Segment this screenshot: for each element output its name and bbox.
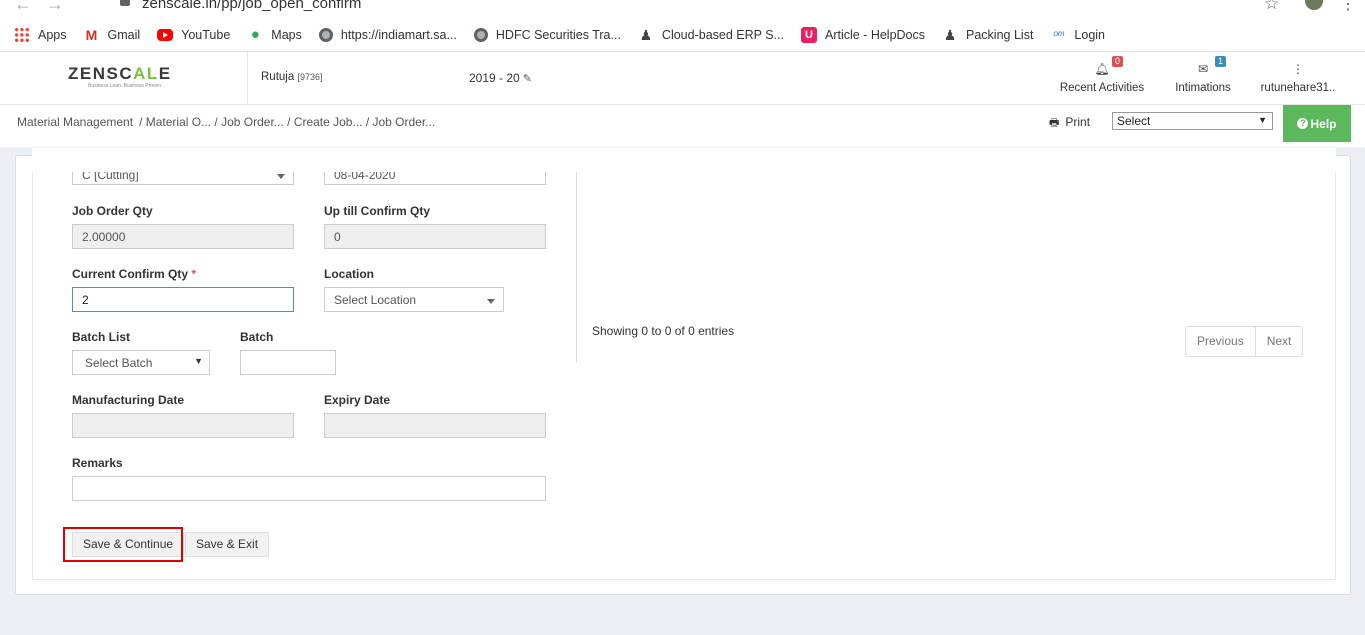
bookmark-label: Login — [1074, 27, 1106, 42]
caret-down-icon — [277, 174, 285, 179]
url-text[interactable]: zenscale.in/pp/job_open_confirm — [142, 0, 361, 12]
manufacturing-date-label: Manufacturing Date — [72, 393, 185, 407]
bell-icon: 🔔︎ — [1094, 62, 1110, 76]
breadcrumb: Material Management / Material O... / Job… — [17, 115, 435, 129]
zenscale-logo[interactable]: ZENSCALE — [68, 64, 172, 84]
bookmark-packing-list[interactable]: ♟ Packing List — [942, 26, 1034, 43]
manufacturing-date-field — [72, 413, 294, 438]
globe-icon — [473, 27, 488, 42]
user-name: Rutuja [9736] — [261, 71, 323, 83]
batch-label: Batch — [240, 330, 274, 344]
bookmark-label: Maps — [271, 27, 302, 42]
vertical-dots-icon: ⋮ — [1292, 62, 1304, 76]
expiry-date-label: Expiry Date — [324, 393, 391, 407]
help-button[interactable]: ? Help — [1283, 105, 1351, 142]
main-card — [15, 155, 1351, 595]
forward-arrow-icon[interactable]: → — [46, 0, 64, 15]
batch-list-select[interactable]: Select Batch ▼ — [72, 350, 210, 375]
bookmark-youtube[interactable]: YouTube — [157, 28, 230, 42]
youtube-icon — [157, 28, 174, 41]
app-header: ZENSCALE Business Lean. Business Proven.… — [0, 52, 1365, 105]
save-exit-button[interactable]: Save & Exit — [185, 532, 270, 557]
next-button[interactable]: Next — [1254, 327, 1303, 356]
table-entries-info: Showing 0 to 0 of 0 entries — [592, 324, 735, 338]
maps-pin-icon: ● — [250, 25, 260, 43]
required-marker: * — [191, 267, 197, 281]
bookmark-label: Cloud-based ERP S... — [661, 27, 784, 42]
intimations[interactable]: ✉ 1 Intimations — [1170, 56, 1236, 94]
bookmark-label: https://indiamart.sa... — [340, 27, 457, 42]
bookmark-helpdocs[interactable]: U Article - HelpDocs — [800, 26, 926, 43]
header-divider — [247, 52, 248, 105]
recent-activities[interactable]: 🔔︎ 0 Recent Activities — [1058, 56, 1146, 94]
breadcrumb-trail[interactable]: / Material O... / Job Order... / Create … — [139, 115, 435, 129]
batch-input[interactable] — [240, 350, 336, 375]
bookmark-star-icon[interactable]: ☆ — [1264, 0, 1279, 14]
bookmark-label: Apps — [38, 27, 67, 42]
up-till-confirm-qty-label: Up till Confirm Qty — [324, 204, 430, 218]
helpdocs-icon: U — [800, 26, 817, 43]
browser-address-bar: ← → zenscale.in/pp/job_open_confirm ☆ ⋮ — [0, 0, 1365, 18]
batch-list-label: Batch List — [72, 330, 131, 344]
job-order-qty-field: 2.00000 — [72, 224, 294, 249]
login-icon: ᵒᵐ — [1053, 27, 1064, 42]
bookmark-label: Packing List — [966, 27, 1034, 42]
location-label: Location — [324, 267, 374, 281]
globe-icon — [318, 27, 333, 42]
lock-icon — [120, 0, 130, 6]
bookmarks-bar: Apps M Gmail YouTube ● Maps https://indi… — [0, 18, 1365, 52]
bookmark-label: Article - HelpDocs — [824, 27, 926, 42]
bookmark-label: HDFC Securities Tra... — [495, 27, 621, 42]
profile-avatar[interactable] — [1305, 0, 1323, 10]
question-icon: ? — [1297, 118, 1309, 129]
print-button[interactable]: 🖶 Print — [1049, 114, 1090, 133]
up-till-confirm-qty-field: 0 — [324, 224, 546, 249]
bookmark-indiamart[interactable]: https://indiamart.sa... — [318, 27, 457, 42]
printer-icon: 🖶 — [1049, 117, 1060, 129]
bookmark-label: Gmail — [107, 27, 141, 42]
envelope-icon: ✉ — [1197, 62, 1209, 76]
bookmark-maps[interactable]: ● Maps — [247, 25, 302, 43]
table-pagination: Previous Next — [1185, 326, 1304, 357]
bookmark-apps[interactable]: Apps — [14, 26, 67, 43]
apps-grid-icon — [14, 26, 30, 43]
gmail-icon: M — [85, 26, 98, 43]
bookmark-label: YouTube — [181, 27, 231, 42]
caret-down-icon: ▼ — [1258, 115, 1267, 125]
bookmark-hdfc[interactable]: HDFC Securities Tra... — [473, 27, 621, 42]
location-select[interactable]: Select Location — [324, 287, 504, 312]
current-confirm-qty-input[interactable]: 2 — [72, 287, 294, 312]
job-order-qty-label: Job Order Qty — [72, 204, 153, 218]
breadcrumb-root[interactable]: Material Management — [17, 115, 133, 129]
profile-label: rutunehare31.. — [1260, 82, 1336, 94]
bookmark-cloud-erp[interactable]: ♟ Cloud-based ERP S... — [638, 27, 784, 43]
fiscal-year[interactable]: 2019 - 20 ✎ — [469, 71, 532, 85]
bookmark-gmail[interactable]: M Gmail — [84, 27, 141, 43]
recent-activities-label: Recent Activities — [1059, 82, 1145, 94]
person-icon: ♟ — [639, 26, 653, 43]
caret-down-icon — [487, 299, 495, 304]
browser-menu-icon[interactable]: ⋮ — [1340, 0, 1356, 14]
logo-tagline: Business Lean. Business Proven. — [88, 83, 163, 89]
remarks-label: Remarks — [72, 456, 123, 470]
back-arrow-icon[interactable]: ← — [14, 0, 32, 15]
intimations-label: Intimations — [1175, 82, 1231, 94]
expiry-date-field — [324, 413, 546, 438]
profile-menu[interactable]: ⋮ rutunehare31.. — [1258, 60, 1338, 94]
person-icon: ♟ — [943, 26, 957, 43]
header-select[interactable]: Select ▼ — [1112, 112, 1273, 130]
highlight-box — [63, 527, 183, 562]
remarks-input[interactable] — [72, 476, 546, 501]
bookmark-login[interactable]: ᵒᵐ Login — [1050, 27, 1105, 43]
intimations-badge: 1 — [1215, 56, 1227, 67]
scroll-mask — [32, 148, 1336, 172]
caret-down-icon: ▼ — [194, 356, 203, 366]
panel-divider — [576, 172, 577, 362]
sub-header: Material Management / Material O... / Job… — [0, 105, 1365, 147]
recent-activities-badge: 0 — [1112, 56, 1124, 67]
edit-icon[interactable]: ✎ — [523, 73, 532, 85]
current-confirm-qty-label: Current Confirm Qty * — [72, 267, 197, 281]
previous-button[interactable]: Previous — [1186, 327, 1255, 356]
